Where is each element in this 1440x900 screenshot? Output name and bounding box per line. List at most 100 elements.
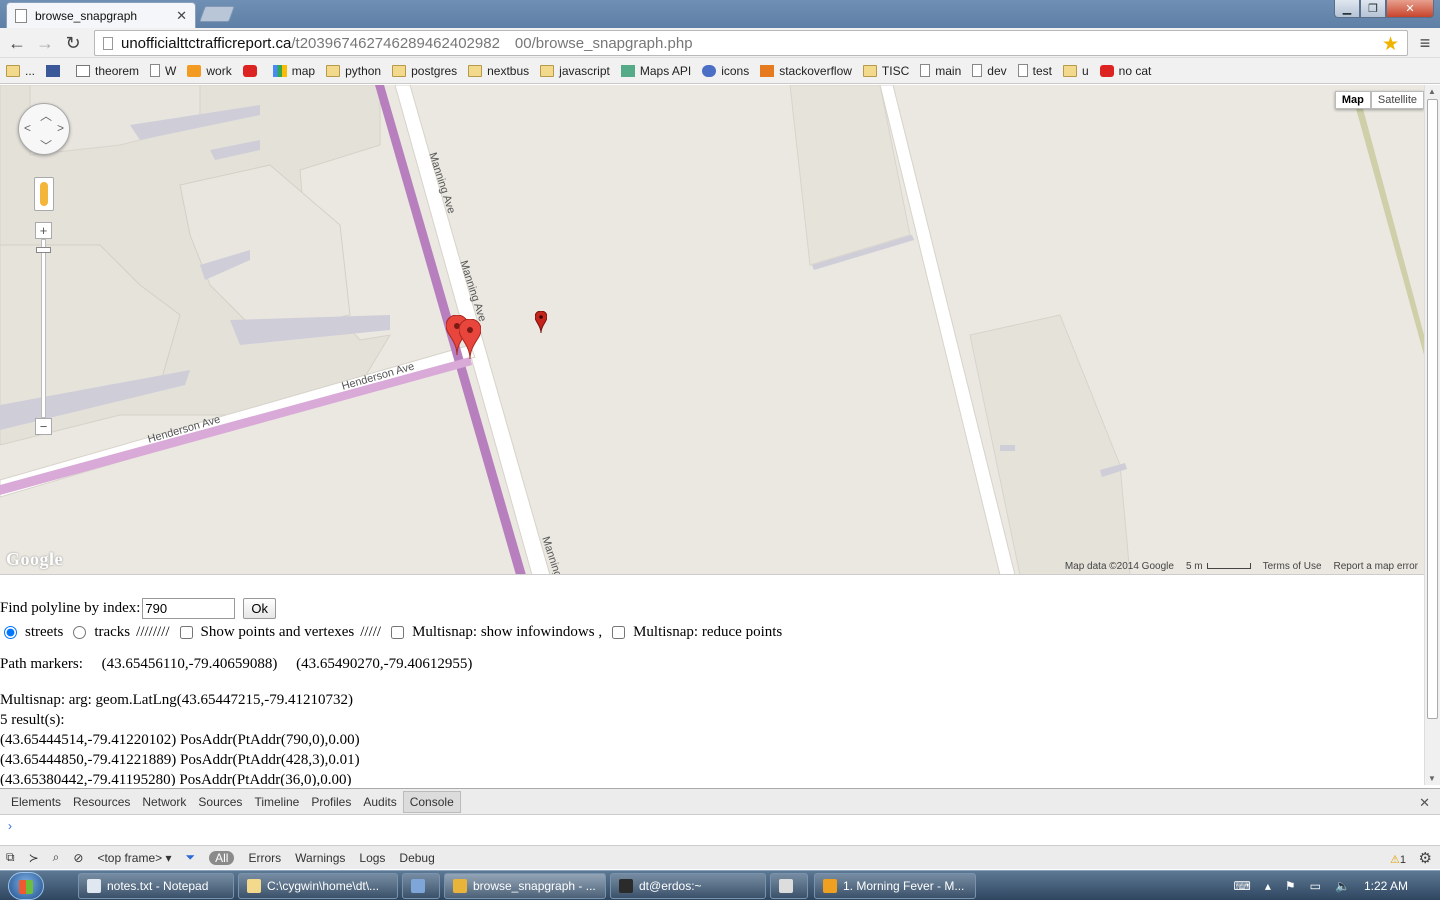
bookmark-item[interactable] [46,64,65,77]
google-map[interactable]: Manning Ave Manning Ave Manning Henderso… [0,85,1424,575]
map-type-map-button[interactable]: Map [1334,91,1371,109]
tray-expand-icon[interactable]: ▴ [1265,879,1271,893]
multisnap-infowindows-checkbox[interactable] [391,625,405,639]
bookmark-item[interactable]: map [272,64,315,78]
back-arrow-icon[interactable]: ← [6,32,28,54]
taskbar-item[interactable]: browse_snapgraph - ... [444,873,606,899]
bookmark-item[interactable]: ... [6,64,35,78]
taskbar-item[interactable]: C:\cygwin\home\dt\... [238,873,398,899]
scrollbar-thumb[interactable] [1427,99,1438,719]
taskbar-item[interactable] [402,873,440,899]
bookmark-item[interactable] [242,64,262,77]
bookmark-item[interactable]: javascript [540,64,610,78]
filter-debug[interactable]: Debug [399,851,434,865]
network-icon[interactable]: ▭ [1310,879,1321,893]
bookmark-item[interactable]: icons [702,64,749,78]
ok-button[interactable]: Ok [243,597,277,619]
bookmark-item[interactable]: python [326,64,381,78]
tab-close-icon[interactable]: ✕ [176,8,187,24]
keyboard-icon[interactable]: ⌨ [1234,879,1251,893]
bookmark-star-icon[interactable]: ★ [1382,33,1399,56]
devtools-tab-console[interactable]: Console [402,790,461,813]
filter-errors[interactable]: Errors [248,851,281,865]
console-input-area[interactable]: › [0,815,1440,845]
menu-icon[interactable]: ≡ [1414,32,1436,54]
filter-logs[interactable]: Logs [359,851,385,865]
devtools-tab-elements[interactable]: Elements [5,792,67,812]
terms-of-use-link[interactable]: Terms of Use [1263,561,1322,572]
show-points-checkbox[interactable] [179,625,193,639]
devtools-tab-audits[interactable]: Audits [357,792,402,812]
tracks-radio[interactable] [73,625,87,639]
scroll-down-icon[interactable]: ▼ [1428,774,1436,783]
bookmark-item[interactable]: W [150,64,176,78]
devtools-tab-network[interactable]: Network [136,792,192,812]
zoom-slider-track[interactable] [41,239,46,418]
clear-console-icon[interactable]: ⊘ [73,851,83,865]
devtools-close-icon[interactable]: ✕ [1419,795,1430,811]
page-icon [150,64,161,77]
bookmark-item[interactable]: main [920,64,961,78]
window-close-button[interactable]: ✕ [1386,0,1434,18]
show-drawer-icon[interactable]: ≻ [29,851,39,865]
clock[interactable]: 1:22 AM [1364,879,1408,893]
map-type-satellite-button[interactable]: Satellite [1370,91,1424,109]
volume-icon[interactable]: 🔈 [1335,879,1350,893]
bookmark-item[interactable]: nextbus [468,64,529,78]
zoom-slider-handle[interactable] [36,247,51,253]
devtools-tab-timeline[interactable]: Timeline [248,792,305,812]
filter-icon[interactable]: ⏷ [186,850,196,865]
address-bar[interactable]: unofficialttctrafficreport.ca/t203967462… [94,30,1408,56]
search-icon[interactable]: ⌕ [53,850,60,865]
reload-icon[interactable]: ↻ [62,32,84,54]
frame-selector[interactable]: <top frame> ▾ [97,851,171,865]
bookmark-item[interactable]: stackoverflow [760,64,852,78]
multisnap-reduce-checkbox[interactable] [612,625,626,639]
gear-icon[interactable]: ⚙ [1419,849,1432,867]
new-tab-button[interactable] [199,6,235,22]
pan-left-icon[interactable]: < [24,121,31,135]
devtools-tab-sources[interactable]: Sources [192,792,248,812]
map-pan-control[interactable]: ︿ ﹀ < > [18,103,70,155]
bookmark-item[interactable]: test [1017,64,1052,78]
taskbar-item[interactable] [770,873,808,899]
dock-icon[interactable]: ⧉ [6,850,15,865]
page-favicon-icon [15,8,27,23]
map-marker-icon[interactable] [459,319,481,359]
pan-down-icon[interactable]: ﹀ [40,137,52,154]
scroll-up-icon[interactable]: ▲ [1428,87,1436,96]
small-map-marker-icon[interactable] [535,311,547,333]
pan-up-icon[interactable]: ︿ [40,107,52,124]
street-view-pegman-icon[interactable] [34,177,54,211]
page-scrollbar[interactable]: ▲ ▼ [1424,85,1440,785]
devtools-tab-resources[interactable]: Resources [67,792,136,812]
taskbar-item[interactable]: 1. Morning Fever - M... [814,873,976,899]
window-maximize-button[interactable]: ❐ [1360,0,1386,18]
filter-all[interactable]: All [209,850,235,865]
tab-browse-snapgraph[interactable]: browse_snapgraph ✕ [6,2,196,28]
bookmark-item[interactable]: dev [972,64,1007,78]
start-button[interactable] [8,872,44,900]
bookmark-item[interactable]: TISC [862,64,909,78]
bookmark-label: icons [721,63,750,78]
forward-arrow-icon[interactable]: → [34,32,56,54]
polyline-index-input[interactable] [142,597,236,619]
report-map-error-link[interactable]: Report a map error [1334,561,1418,572]
zoom-in-button[interactable]: + [35,222,52,239]
bookmark-item[interactable]: Maps API [620,64,691,78]
filter-warnings[interactable]: Warnings [295,851,345,865]
window-minimize-button[interactable]: ▁ [1334,0,1360,18]
taskbar-item[interactable]: dt@erdos:~ [610,873,766,899]
action-center-icon[interactable]: ⚑ [1285,879,1296,893]
bookmark-item[interactable]: no cat [1099,64,1151,78]
devtools-tab-profiles[interactable]: Profiles [305,792,357,812]
taskbar-item[interactable]: notes.txt - Notepad [78,873,234,899]
bookmark-item[interactable]: work [187,64,232,78]
bookmark-item[interactable]: theorem [76,64,139,78]
warning-count-badge[interactable]: ⚠1 [1390,853,1406,866]
streets-radio[interactable] [4,625,17,639]
zoom-out-button[interactable]: − [35,418,52,435]
pan-right-icon[interactable]: > [57,121,64,135]
bookmark-item[interactable]: u [1062,64,1089,78]
bookmark-item[interactable]: postgres [392,64,457,78]
